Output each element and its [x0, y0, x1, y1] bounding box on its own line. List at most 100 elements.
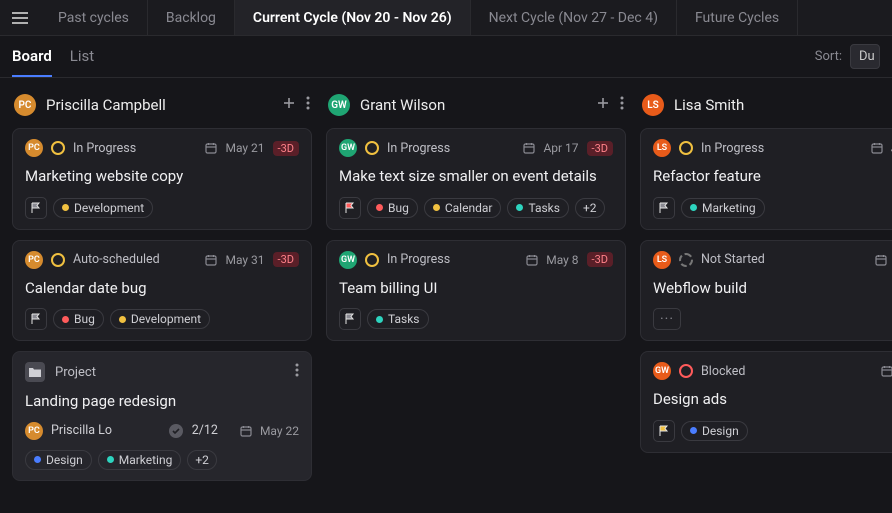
- task-card[interactable]: GW Blocked Jul 8 Design ads Design: [640, 351, 892, 453]
- column-name: Grant Wilson: [360, 96, 586, 114]
- card-title: Make text size smaller on event details: [339, 167, 613, 187]
- card-date: May 8: [546, 253, 578, 267]
- add-card-button[interactable]: [596, 96, 610, 114]
- sort-label: Sort:: [815, 49, 842, 64]
- folder-icon: [25, 362, 45, 382]
- more-tags[interactable]: +2: [187, 450, 217, 470]
- card-title: Landing page redesign: [25, 392, 299, 412]
- calendar-icon: [526, 254, 538, 266]
- view-tabs: Board List: [12, 37, 94, 77]
- priority-flag[interactable]: [339, 197, 361, 219]
- card-date: May 21: [225, 141, 264, 155]
- task-card[interactable]: PC In Progress May 21 -3D Marketing webs…: [12, 128, 312, 230]
- task-card[interactable]: GW In Progress May 8 -3D Team billing UI…: [326, 240, 626, 342]
- cycle-tabs: Past cyclesBacklogCurrent Cycle (Nov 20 …: [40, 0, 798, 35]
- column-header: LS Lisa Smith: [640, 90, 892, 128]
- project-label: Project: [55, 365, 96, 380]
- task-card[interactable]: GW In Progress Apr 17 -3D Make text size…: [326, 128, 626, 230]
- flag-icon: [344, 202, 356, 214]
- assignee-name: Priscilla Lo: [51, 423, 112, 438]
- status-blocked-icon: [679, 364, 693, 378]
- board-column: LS Lisa Smith LS In Progress Jun 16 Refa…: [640, 90, 892, 501]
- avatar: GW: [328, 94, 350, 116]
- column-name: Lisa Smith: [674, 96, 892, 114]
- flag-icon: [658, 202, 670, 214]
- card-title: Webflow build: [653, 279, 892, 299]
- cycle-tab[interactable]: Next Cycle (Nov 27 - Dec 4): [471, 0, 677, 35]
- overdue-badge: -3D: [273, 141, 299, 156]
- tag[interactable]: Marketing: [98, 450, 182, 470]
- status-ring-icon: [679, 141, 693, 155]
- sort-select[interactable]: Du: [850, 44, 880, 69]
- status-label: Blocked: [701, 364, 745, 379]
- card-more-button[interactable]: ···: [653, 308, 681, 330]
- avatar: LS: [642, 94, 664, 116]
- card-title: Calendar date bug: [25, 279, 299, 299]
- status-label: Not Started: [701, 252, 765, 267]
- card-title: Marketing website copy: [25, 167, 299, 187]
- check-icon: [168, 423, 184, 439]
- tag[interactable]: Bug: [53, 309, 104, 329]
- top-bar: Past cyclesBacklogCurrent Cycle (Nov 20 …: [0, 0, 892, 36]
- avatar: PC: [25, 139, 43, 157]
- column-header: GW Grant Wilson: [326, 90, 626, 128]
- cycle-tab[interactable]: Past cycles: [40, 0, 148, 35]
- cycle-tab[interactable]: Future Cycles: [677, 0, 798, 35]
- avatar: GW: [653, 362, 671, 380]
- priority-flag[interactable]: [25, 308, 47, 330]
- progress-count: 2/12: [192, 423, 218, 438]
- hamburger-icon: [12, 12, 28, 24]
- more-tags[interactable]: +2: [575, 198, 605, 218]
- priority-flag[interactable]: [653, 197, 675, 219]
- tag[interactable]: Design: [25, 450, 92, 470]
- cycle-tab[interactable]: Current Cycle (Nov 20 - Nov 26): [235, 0, 471, 35]
- tag[interactable]: Bug: [367, 198, 418, 218]
- calendar-icon: [523, 142, 535, 154]
- column-menu-button[interactable]: [306, 96, 310, 114]
- tag[interactable]: Development: [53, 198, 153, 218]
- status-label: In Progress: [387, 252, 450, 267]
- avatar: PC: [14, 94, 36, 116]
- card-date: Apr 17: [543, 141, 578, 155]
- add-card-button[interactable]: [282, 96, 296, 114]
- overdue-badge: -3D: [587, 252, 613, 267]
- priority-flag[interactable]: [339, 308, 361, 330]
- board-column: PC Priscilla Campbell PC In Progress May…: [12, 90, 312, 501]
- hamburger-menu-button[interactable]: [0, 0, 40, 36]
- task-card[interactable]: PC Auto-scheduled May 31 -3D Calendar da…: [12, 240, 312, 342]
- column-menu-button[interactable]: [620, 96, 624, 114]
- calendar-icon: [875, 254, 887, 266]
- calendar-icon: [205, 142, 217, 154]
- tag[interactable]: Calendar: [424, 198, 502, 218]
- cycle-tab[interactable]: Backlog: [148, 0, 235, 35]
- status-label: In Progress: [701, 141, 764, 156]
- view-tab-board[interactable]: Board: [12, 37, 52, 77]
- overdue-badge: -3D: [587, 141, 613, 156]
- tag[interactable]: Design: [681, 421, 748, 441]
- card-title: Team billing UI: [339, 279, 613, 299]
- flag-icon: [30, 202, 42, 214]
- avatar: LS: [653, 139, 671, 157]
- card-title: Design ads: [653, 390, 892, 410]
- calendar-icon: [881, 365, 892, 377]
- task-card[interactable]: LS In Progress Jun 16 Refactor feature M…: [640, 128, 892, 230]
- priority-flag[interactable]: [25, 197, 47, 219]
- tag[interactable]: Tasks: [507, 198, 569, 218]
- calendar-icon: [240, 425, 252, 437]
- board-column: GW Grant Wilson GW In Progress Apr 17 -3…: [326, 90, 626, 501]
- column-header: PC Priscilla Campbell: [12, 90, 312, 128]
- tag[interactable]: Development: [110, 309, 210, 329]
- card-menu-button[interactable]: [295, 363, 299, 381]
- sub-bar: Board List Sort: Du: [0, 36, 892, 78]
- status-ring-icon: [365, 141, 379, 155]
- calendar-icon: [871, 142, 883, 154]
- task-card[interactable]: LS Not Started May 2 Webflow build ···: [640, 240, 892, 342]
- tag[interactable]: Tasks: [367, 309, 429, 329]
- project-card[interactable]: Project Landing page redesign PC Priscil…: [12, 351, 312, 481]
- tag[interactable]: Marketing: [681, 198, 765, 218]
- priority-flag[interactable]: [653, 420, 675, 442]
- column-name: Priscilla Campbell: [46, 96, 272, 114]
- view-tab-list[interactable]: List: [70, 37, 94, 77]
- avatar: GW: [339, 251, 357, 269]
- status-ring-icon: [365, 253, 379, 267]
